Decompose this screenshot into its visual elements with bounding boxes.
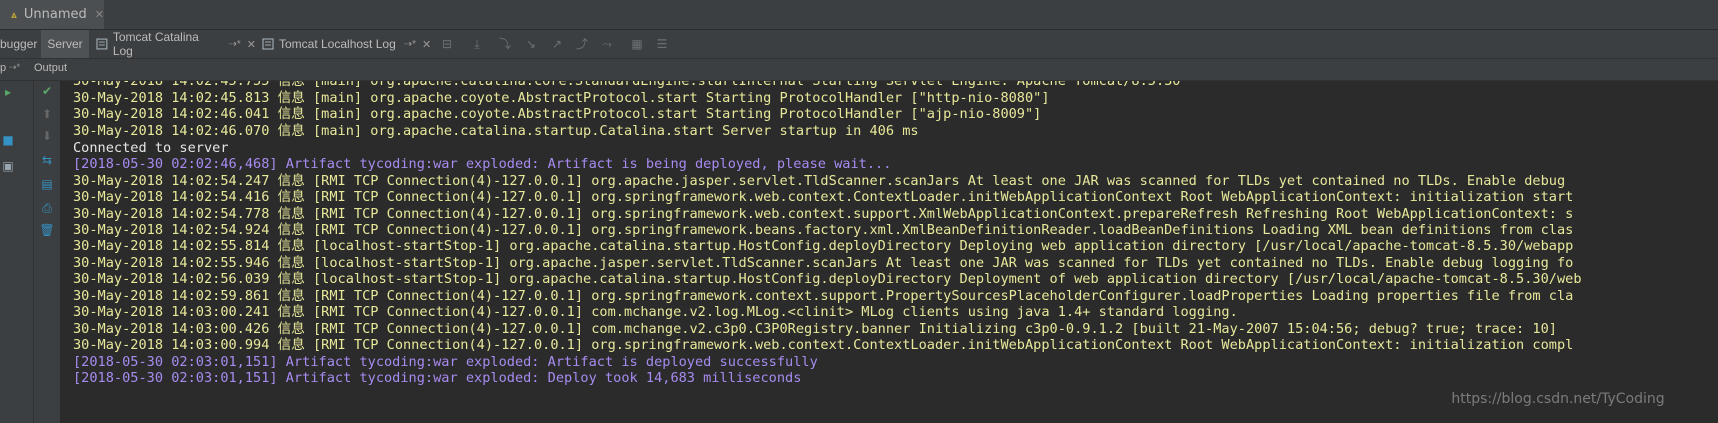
log-file-icon bbox=[262, 38, 274, 50]
console-line: [2018-05-30 02:03:01,151] Artifact tycod… bbox=[73, 354, 818, 370]
tab-label: bugger bbox=[0, 37, 38, 51]
tab-label: Tomcat Catalina Log bbox=[112, 30, 199, 58]
scroll-to-end-icon[interactable]: ▤ bbox=[39, 177, 55, 191]
console-line: 30-May-2018 14:02:46.041 信息 [main] org.a… bbox=[73, 106, 1042, 122]
output-label: Output bbox=[34, 62, 68, 74]
check-icon: ✔ bbox=[41, 84, 53, 98]
resume-icon[interactable]: ▸ bbox=[0, 85, 16, 99]
console-line: 30-May-2018 14:02:54.247 信息 [RMI TCP Con… bbox=[73, 173, 1566, 189]
tab-debugger[interactable]: bugger bbox=[0, 30, 40, 58]
console-line: 30-May-2018 14:03:00.241 信息 [RMI TCP Con… bbox=[73, 304, 1238, 320]
output-prefix: p bbox=[0, 62, 7, 74]
trace-icon[interactable]: ☰ bbox=[655, 37, 669, 51]
print-icon[interactable]: ⎙ bbox=[39, 201, 55, 215]
drop-frame-icon[interactable]: ⤴ bbox=[575, 37, 589, 51]
tab-tomcat-localhost-log[interactable]: Tomcat Localhost Log ⇢* ✕ bbox=[262, 30, 432, 58]
view-breakpoints-icon[interactable]: ▣ bbox=[0, 159, 16, 173]
console-line: [2018-05-30 02:02:46,468] Artifact tycod… bbox=[73, 156, 892, 172]
watermark: https://blog.csdn.net/TyCoding bbox=[1451, 391, 1665, 407]
down-stack-frame-icon[interactable]: ⬇ bbox=[39, 129, 55, 143]
run-config-label: Unnamed bbox=[23, 7, 87, 22]
pin-icon[interactable]: ⇢* bbox=[404, 39, 416, 50]
console-line: 30-May-2018 14:02:59.861 信息 [RMI TCP Con… bbox=[73, 288, 1574, 304]
step-over-icon[interactable]: ⤓ bbox=[470, 37, 484, 51]
console-line: 30-May-2018 14:02:45.755 信息 [main] org.a… bbox=[73, 81, 1181, 89]
console-actions-toolbar: ✔ ⬆ ⬇ ⇆ ▤ ⎙ 🗑 bbox=[34, 81, 61, 423]
run-tool-window-header: Unnamed ✕ bbox=[0, 0, 1718, 30]
evaluate-expression-icon[interactable]: ▦ bbox=[630, 37, 644, 51]
stop-icon[interactable]: ■ bbox=[0, 133, 16, 147]
close-icon[interactable]: ✕ bbox=[422, 38, 431, 51]
tab-server[interactable]: Server bbox=[41, 30, 89, 58]
output-header: p ⇢* Output bbox=[0, 59, 1718, 81]
run-config-icon bbox=[11, 11, 17, 18]
run-config-tab[interactable]: Unnamed ✕ bbox=[0, 0, 104, 29]
console-line: 30-May-2018 14:02:54.416 信息 [RMI TCP Con… bbox=[73, 189, 1574, 205]
force-step-into-icon[interactable]: ↘ bbox=[524, 37, 538, 51]
console-line: 30-May-2018 14:02:55.946 信息 [localhost-s… bbox=[73, 255, 1574, 271]
console-line: 30-May-2018 14:03:00.426 信息 [RMI TCP Con… bbox=[73, 321, 1557, 337]
soft-wrap-icon[interactable]: ⇆ bbox=[39, 153, 55, 167]
show-execution-point-icon[interactable]: ⊟ bbox=[440, 37, 454, 51]
close-icon[interactable]: ✕ bbox=[247, 38, 256, 51]
log-file-icon bbox=[96, 38, 108, 50]
run-actions-toolbar: ▸ ■ ▣ bbox=[0, 81, 34, 423]
step-into-icon[interactable]: ⤵ bbox=[498, 37, 512, 51]
up-stack-frame-icon[interactable]: ⬆ bbox=[39, 107, 55, 121]
console-line: 30-May-2018 14:02:55.814 信息 [localhost-s… bbox=[73, 238, 1574, 254]
console-line: 30-May-2018 14:02:56.039 信息 [localhost-s… bbox=[73, 271, 1582, 287]
console-line: [2018-05-30 02:03:01,151] Artifact tycod… bbox=[73, 370, 802, 386]
run-to-cursor-icon[interactable]: ⤳ bbox=[600, 37, 614, 51]
console-output[interactable]: 30-May-2018 14:02:45.755 信息 [main] org.a… bbox=[61, 81, 1718, 423]
pin-icon[interactable]: ⇢* bbox=[9, 62, 20, 73]
tab-tomcat-catalina-log[interactable]: Tomcat Catalina Log ⇢* ✕ bbox=[96, 30, 256, 58]
console-line: 30-May-2018 14:03:00.994 信息 [RMI TCP Con… bbox=[73, 337, 1574, 353]
pin-icon[interactable]: ⇢* bbox=[229, 39, 241, 50]
tab-label: Tomcat Localhost Log bbox=[279, 37, 396, 51]
server-tab-bar: bugger Server Tomcat Catalina Log ⇢* ✕ T… bbox=[0, 30, 1718, 59]
console-line: 30-May-2018 14:02:54.778 信息 [RMI TCP Con… bbox=[73, 206, 1574, 222]
console-line: 30-May-2018 14:02:46.070 信息 [main] org.a… bbox=[73, 123, 919, 139]
tab-label: Server bbox=[47, 37, 83, 51]
step-out-icon[interactable]: ↗ bbox=[550, 37, 564, 51]
close-icon[interactable]: ✕ bbox=[95, 8, 104, 21]
console-line: 30-May-2018 14:02:54.924 信息 [RMI TCP Con… bbox=[73, 222, 1574, 238]
clear-all-icon[interactable]: 🗑 bbox=[39, 223, 55, 237]
console-line: Connected to server bbox=[73, 140, 229, 156]
console-line: 30-May-2018 14:02:45.813 信息 [main] org.a… bbox=[73, 90, 1050, 106]
